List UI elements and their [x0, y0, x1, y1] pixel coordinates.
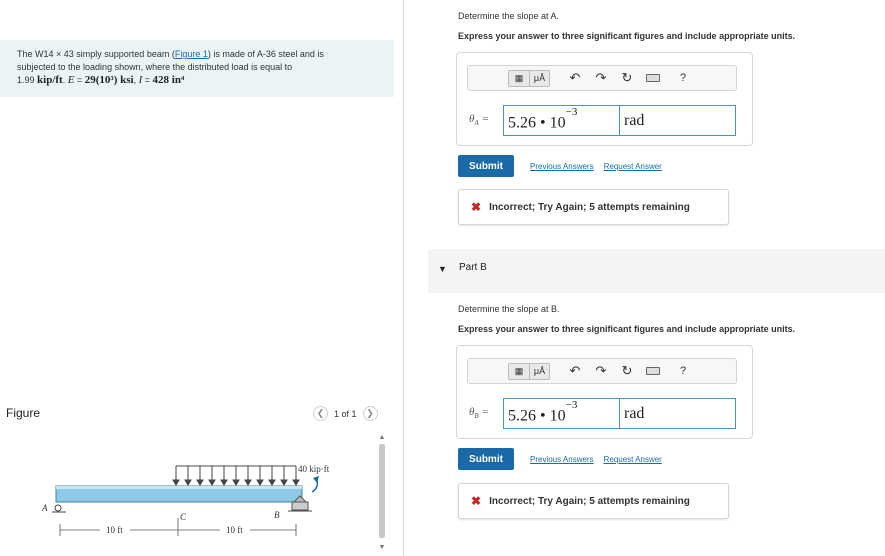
keyboard-icon[interactable] — [646, 367, 660, 375]
partB-prompt: Determine the slope at B. — [458, 304, 560, 314]
undo-icon[interactable]: ↶ — [562, 363, 588, 379]
partB-request-answer-link[interactable]: Request Answer — [604, 455, 662, 464]
collapse-icon[interactable]: ▼ — [438, 264, 447, 274]
help-icon[interactable]: ? — [670, 72, 696, 84]
load-unit: kip/ft — [37, 74, 63, 86]
partB-instruction: Express your answer to three significant… — [458, 324, 796, 334]
partA-equation: θA = 5.26 • 10−3 rad — [469, 105, 736, 136]
partA-value-input[interactable]: 5.26 • 10−3 — [503, 105, 620, 136]
redo-icon[interactable]: ↷ — [588, 363, 614, 379]
I-label: I — [138, 74, 143, 86]
prev-figure-button[interactable]: ❮ — [313, 406, 328, 421]
partA-submit-button[interactable]: Submit — [458, 155, 514, 177]
problem-text-2: ) is made of A-36 steel and is — [207, 49, 324, 59]
undo-icon[interactable]: ↶ — [562, 70, 588, 86]
problem-pane: The W14 × 43 simply supported beam (Figu… — [0, 0, 400, 556]
partB-feedback: ✖ Incorrect; Try Again; 5 attempts remai… — [458, 483, 729, 519]
figure-heading: Figure — [6, 406, 41, 420]
units-icon[interactable]: μÅ — [529, 363, 549, 379]
point-B-label: B — [274, 510, 280, 520]
partA-request-answer-link[interactable]: Request Answer — [604, 162, 662, 171]
reset-icon[interactable]: ↻ — [614, 363, 640, 379]
dim-right-label: 10 ft — [226, 525, 243, 535]
partB-equation: θB = 5.26 • 10−3 rad — [469, 398, 736, 429]
I-value: 428 in⁴ — [152, 74, 185, 86]
partB-unit-input[interactable]: rad — [620, 398, 736, 429]
partA-feedback-text: Incorrect; Try Again; 5 attempts remaini… — [489, 201, 690, 213]
dimension-lines — [59, 518, 297, 536]
distributed-load — [172, 465, 300, 486]
partB-answer-box: ▦ μÅ ↶ ↷ ↻ ? θB = 5.26 • 10−3 rad — [456, 345, 753, 439]
pager-text: 1 of 1 — [334, 408, 357, 419]
error-icon: ✖ — [471, 494, 482, 508]
problem-statement: The W14 × 43 simply supported beam (Figu… — [0, 40, 394, 97]
redo-icon[interactable]: ↷ — [588, 70, 614, 86]
figure-link[interactable]: Figure 1 — [175, 49, 208, 59]
partA-answer-box: ▦ μÅ ↶ ↷ ↻ ? θA = 5.26 • 10−3 rad — [456, 52, 753, 146]
point-C-label: C — [180, 512, 187, 522]
help-icon[interactable]: ? — [670, 365, 696, 377]
partB-previous-answers-link[interactable]: Previous Answers — [530, 455, 594, 464]
partB-header[interactable]: ▼ Part B — [428, 249, 885, 293]
template-icon[interactable]: ▦ — [509, 364, 529, 379]
beam-figure: A B C 40 kip·ft 10 ft 10 ft — [41, 464, 330, 536]
dim-left-label: 10 ft — [106, 525, 123, 535]
scroll-up-icon[interactable]: ▲ — [377, 434, 387, 441]
partA-var-sub: A — [474, 119, 479, 128]
figure-pager: ❮ 1 of 1 ❯ — [313, 406, 378, 421]
units-icon[interactable]: μÅ — [529, 70, 549, 86]
moment-label: 40 kip·ft — [298, 464, 330, 474]
pin-support-A — [52, 504, 66, 513]
partB-math-toolbar: ▦ μÅ ↶ ↷ ↻ ? — [467, 358, 737, 384]
partA-instruction: Express your answer to three significant… — [458, 31, 796, 41]
problem-line-2: subjected to the loading shown, where th… — [17, 62, 293, 72]
keyboard-icon[interactable] — [646, 74, 660, 82]
E-value: 29(10³) ksi — [84, 74, 134, 86]
problem-text-1: The W14 × 43 simply supported beam ( — [17, 49, 175, 59]
scroll-down-icon[interactable]: ▼ — [377, 544, 387, 551]
partA-actions: Submit Previous Answers Request Answer — [458, 155, 662, 177]
partB-value-input[interactable]: 5.26 • 10−3 — [503, 398, 620, 429]
template-icon[interactable]: ▦ — [509, 71, 529, 86]
scroll-thumb[interactable] — [379, 444, 385, 538]
partA-unit-input[interactable]: rad — [620, 105, 736, 136]
partA-prompt: Determine the slope at A. — [458, 11, 560, 21]
partB-var-sub: B — [474, 412, 479, 421]
E-label: E — [67, 74, 75, 86]
partA-math-toolbar: ▦ μÅ ↶ ↷ ↻ ? — [467, 65, 737, 91]
partB-submit-button[interactable]: Submit — [458, 448, 514, 470]
partB-actions: Submit Previous Answers Request Answer — [458, 448, 662, 470]
partA-feedback: ✖ Incorrect; Try Again; 5 attempts remai… — [458, 189, 729, 225]
error-icon: ✖ — [471, 200, 482, 214]
pane-divider — [403, 0, 404, 556]
load-value: 1.99 — [17, 75, 35, 85]
partB-feedback-text: Incorrect; Try Again; 5 attempts remaini… — [489, 495, 690, 507]
partA-previous-answers-link[interactable]: Previous Answers — [530, 162, 594, 171]
next-figure-button[interactable]: ❯ — [362, 406, 378, 421]
reset-icon[interactable]: ↻ — [614, 70, 640, 86]
point-A-label: A — [41, 503, 48, 513]
partB-title: Part B — [459, 262, 487, 273]
